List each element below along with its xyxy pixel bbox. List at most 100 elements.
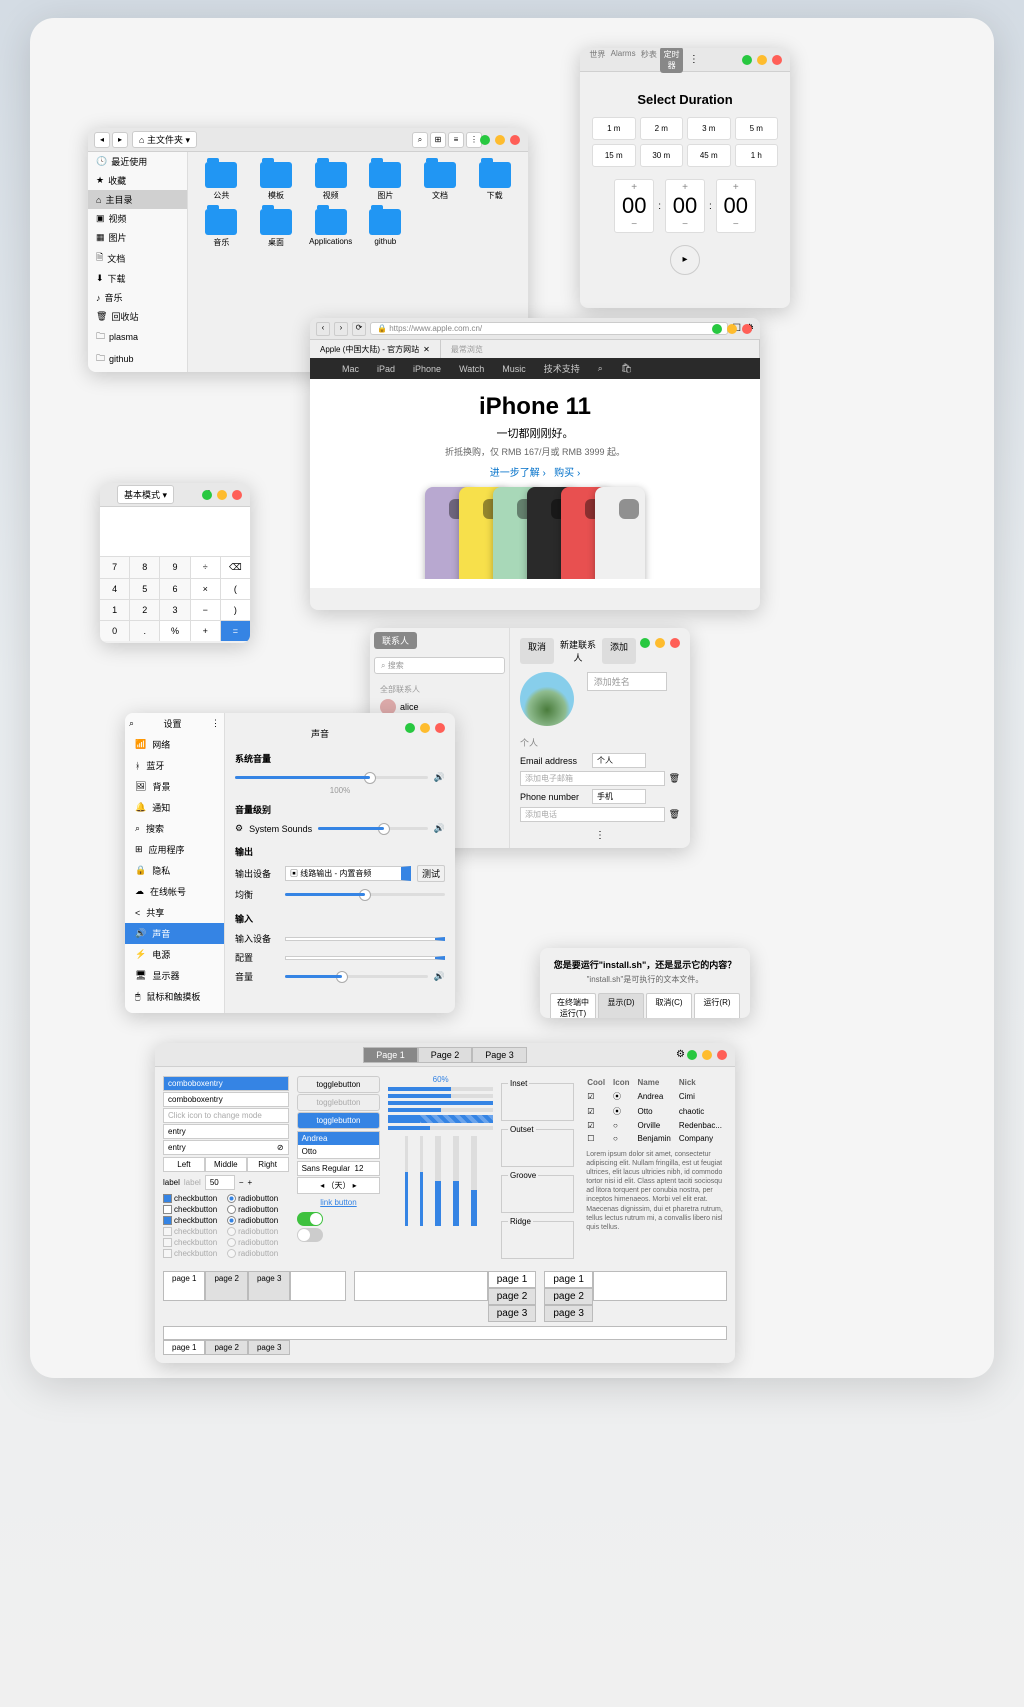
key-2[interactable]: 2 — [130, 600, 159, 620]
list-item-2[interactable]: Otto — [298, 1145, 380, 1158]
link-button[interactable]: link button — [297, 1195, 381, 1210]
minimize-button[interactable] — [640, 638, 650, 648]
preset-2m[interactable]: 2 m — [640, 117, 684, 140]
entry-2[interactable]: entry ⊘ — [163, 1140, 289, 1155]
email-input[interactable]: 添加电子邮箱 — [520, 771, 665, 786]
checkbutton-0[interactable]: checkbutton — [163, 1194, 217, 1203]
key-)[interactable]: ) — [221, 600, 250, 620]
nb2-tab1[interactable]: page 1 — [488, 1271, 537, 1288]
maximize-button[interactable] — [727, 324, 737, 334]
minimize-button[interactable] — [405, 723, 415, 733]
test-button[interactable]: 测试 — [417, 865, 445, 882]
nav-support[interactable]: 技术支持 — [544, 362, 580, 375]
speaker-icon[interactable]: 🔊 — [434, 971, 445, 982]
learn-more-link[interactable]: 进一步了解 › — [490, 468, 546, 479]
sidebar-home[interactable]: ⌂ 主目录 — [88, 190, 187, 209]
combobox-1[interactable]: comboboxentry — [163, 1076, 289, 1091]
search-icon[interactable]: ⌕ — [598, 363, 603, 374]
bag-icon[interactable]: 🛍 — [621, 363, 632, 374]
hours-minus[interactable]: − — [617, 219, 651, 230]
run-button[interactable]: 运行(R) — [694, 993, 740, 1018]
close-button[interactable] — [717, 1050, 727, 1060]
balance-slider[interactable] — [285, 893, 445, 896]
scale-1[interactable] — [388, 1087, 493, 1091]
preset-3m[interactable]: 3 m — [687, 117, 731, 140]
key-%[interactable]: % — [160, 621, 189, 641]
menu-icon[interactable]: ⋮ — [689, 54, 699, 65]
settings-item-1[interactable]: ᚼ蓝牙 — [125, 755, 224, 776]
key-.[interactable]: . — [130, 621, 159, 641]
page3-tab[interactable]: Page 3 — [472, 1047, 527, 1063]
close-button[interactable] — [772, 55, 782, 65]
seg-middle[interactable]: Middle — [205, 1157, 247, 1172]
table-row[interactable]: ☐○BenjaminCompany — [584, 1133, 725, 1144]
table-row[interactable]: ☑⦿Ottochaotic — [584, 1105, 725, 1118]
switch-off[interactable] — [297, 1228, 323, 1242]
nb1-tab1[interactable]: page 1 — [163, 1271, 205, 1301]
page1-tab[interactable]: Page 1 — [363, 1047, 418, 1063]
settings-item-7[interactable]: ☁在线帐号 — [125, 881, 224, 902]
vscale-2[interactable] — [420, 1136, 423, 1226]
minutes-minus[interactable]: − — [668, 219, 702, 230]
font-selector[interactable]: Sans Regular 12 — [297, 1161, 381, 1176]
togglebutton-1[interactable]: togglebutton — [297, 1076, 381, 1093]
url-bar[interactable]: 🔒 https://www.apple.com.cn/ — [370, 322, 728, 335]
close-button[interactable] — [232, 490, 242, 500]
close-button[interactable] — [670, 638, 680, 648]
preset-30m[interactable]: 30 m — [640, 144, 684, 167]
forward-button[interactable]: ▸ — [112, 132, 128, 148]
key-3[interactable]: 3 — [160, 600, 189, 620]
preset-45m[interactable]: 45 m — [687, 144, 731, 167]
play-button[interactable]: ▸ — [670, 245, 700, 275]
path-bar[interactable]: ⌂ 主文件夹 ▾ — [132, 131, 197, 148]
preset-15m[interactable]: 15 m — [592, 144, 636, 167]
folder-downloads[interactable]: 下载 — [471, 162, 518, 201]
table-row[interactable]: ☑⦿AndreaCimi — [584, 1090, 725, 1103]
radiobutton-0[interactable]: radiobutton — [227, 1194, 278, 1203]
settings-item-5[interactable]: ⊞应用程序 — [125, 839, 224, 860]
seg-right[interactable]: Right — [247, 1157, 289, 1172]
run-terminal-button[interactable]: 在终端中运行(T) — [550, 993, 596, 1018]
entry-1[interactable]: entry — [163, 1124, 289, 1139]
checkbutton-2[interactable]: checkbutton — [163, 1216, 217, 1225]
mode-selector[interactable]: 基本模式 ▾ — [117, 485, 174, 504]
input-volume-slider[interactable] — [285, 975, 428, 978]
maximize-button[interactable] — [217, 490, 227, 500]
folder-public[interactable]: 公共 — [198, 162, 245, 201]
sidebar-recent[interactable]: 🕓 最近使用 — [88, 152, 187, 171]
list-item-1[interactable]: Andrea — [298, 1132, 380, 1145]
entry-hint[interactable]: Click icon to change mode — [163, 1108, 289, 1123]
folder-music[interactable]: 音乐 — [198, 209, 245, 248]
timer-tab-alarms[interactable]: Alarms — [609, 48, 638, 73]
back-button[interactable]: ‹ — [316, 322, 330, 336]
timer-tab-world[interactable]: 世界 — [586, 48, 609, 73]
checkbutton-1[interactable]: checkbutton — [163, 1205, 217, 1214]
column-header[interactable]: Name — [635, 1077, 674, 1088]
vscale-1[interactable] — [405, 1136, 408, 1226]
nb1-tab3[interactable]: page 3 — [248, 1271, 290, 1301]
combobox-2[interactable]: comboboxentry — [163, 1092, 289, 1107]
input-device-select[interactable] — [285, 937, 445, 941]
preset-1h[interactable]: 1 h — [735, 144, 779, 167]
clear-icon[interactable]: ⊘ — [277, 1143, 284, 1152]
minimize-button[interactable] — [202, 490, 212, 500]
close-button[interactable] — [435, 723, 445, 733]
key-6[interactable]: 6 — [160, 579, 189, 599]
reload-button[interactable]: ⟳ — [352, 322, 366, 336]
spin-up[interactable]: + — [247, 1178, 252, 1187]
sidebar-github[interactable]: 🗀 github — [88, 348, 187, 370]
minimize-button[interactable] — [742, 55, 752, 65]
radiobutton-2[interactable]: radiobutton — [227, 1216, 278, 1225]
nb1-tab2[interactable]: page 2 — [205, 1271, 247, 1301]
add-button[interactable]: 添加 — [602, 638, 636, 664]
sidebar-icons[interactable]: 🗀 icons — [88, 370, 187, 372]
key-9[interactable]: 9 — [160, 557, 189, 578]
nb3-tab3[interactable]: page 3 — [544, 1305, 593, 1322]
timer-tab-timer[interactable]: 定时器 — [660, 48, 683, 73]
minimize-button[interactable] — [712, 324, 722, 334]
settings-item-9[interactable]: 🔊声音 — [125, 923, 224, 944]
menu-icon[interactable]: ⋮ — [211, 718, 220, 729]
settings-item-4[interactable]: ⌕搜索 — [125, 818, 224, 839]
maximize-button[interactable] — [655, 638, 665, 648]
key-=[interactable]: = — [221, 621, 250, 641]
